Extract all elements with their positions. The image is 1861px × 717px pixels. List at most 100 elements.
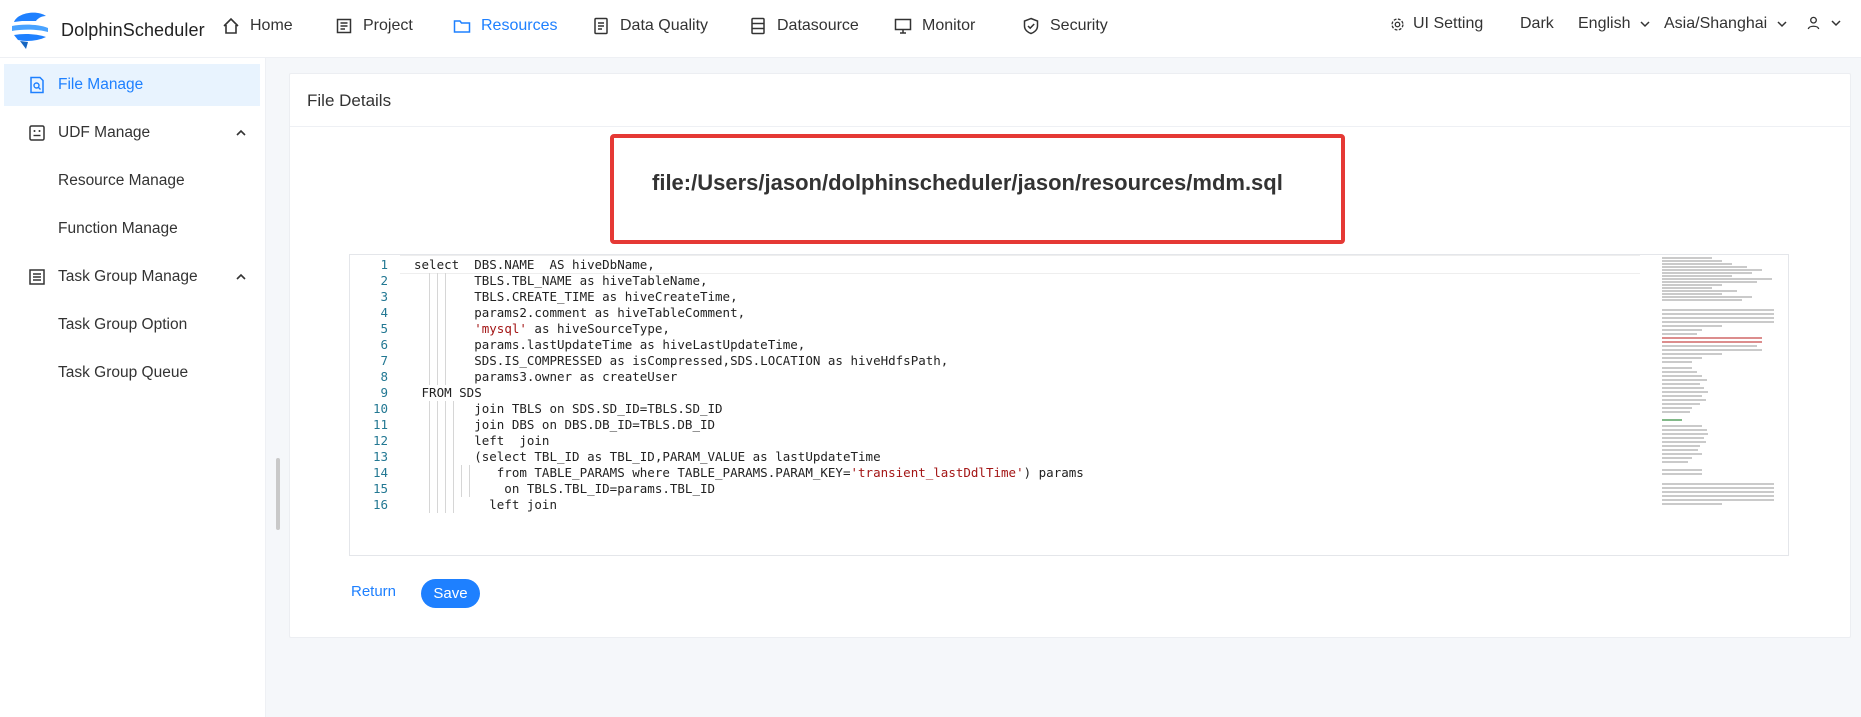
return-button[interactable]: Return (351, 583, 396, 600)
timezone-label: Asia/Shanghai (1664, 15, 1768, 32)
code-line: 'mysql' as hiveSourceType, (474, 321, 670, 336)
nav-monitor-label: Monitor (922, 17, 976, 34)
sidebar-item-label: Task Group Manage (58, 268, 198, 285)
user-icon (1807, 16, 1820, 30)
shield-icon (1023, 17, 1039, 35)
monitor-icon (894, 18, 912, 34)
code-line: left join (414, 433, 550, 448)
line-number-gutter: 1 2 3 4 5 6 7 8 9 10 11 12 13 14 15 16 (350, 255, 400, 555)
minimap-row (1662, 353, 1722, 355)
home-icon (223, 17, 239, 34)
indent-guide (461, 465, 462, 497)
sidebar-item-udf-manage[interactable]: UDF Manage (4, 112, 260, 154)
minimap-row (1662, 361, 1692, 363)
indent-guide (445, 273, 446, 385)
nav-data-quality[interactable]: Data Quality (592, 14, 708, 38)
minimap-row (1662, 419, 1682, 421)
sidebar-item-label: Task Group Option (58, 316, 188, 333)
minimap-row (1662, 293, 1722, 295)
nav-security[interactable]: Security (1022, 14, 1108, 38)
sidebar-item-task-group-option[interactable]: Task Group Option (4, 304, 260, 346)
udf-icon (29, 125, 45, 141)
nav-security-label: Security (1050, 17, 1108, 34)
ui-setting-button[interactable]: UI Setting (1390, 15, 1483, 33)
code-line: left join (414, 497, 557, 512)
minimap-row (1662, 278, 1772, 280)
user-menu[interactable] (1806, 15, 1843, 30)
nav-resources[interactable]: Resources (453, 14, 557, 38)
dolphin-logo-icon (12, 12, 48, 49)
minimap-row (1662, 357, 1702, 359)
line-number: 2 (380, 273, 388, 288)
nav-datasource[interactable]: Datasource (749, 14, 859, 38)
language-select[interactable]: English (1578, 15, 1652, 33)
line-number: 16 (372, 497, 388, 512)
editor-minimap[interactable] (1662, 255, 1774, 555)
minimap-row (1662, 371, 1697, 373)
minimap-row (1662, 469, 1702, 471)
line-number: 11 (372, 417, 388, 432)
sidebar-item-label: Resource Manage (58, 172, 185, 189)
code-line: (select TBL_ID as TBL_ID,PARAM_VALUE as … (414, 449, 881, 464)
minimap-row (1662, 453, 1702, 455)
theme-toggle[interactable]: Dark (1520, 15, 1554, 33)
code-line: params3.owner as createUser (414, 369, 678, 384)
nav-home[interactable]: Home (222, 14, 293, 38)
minimap-row (1662, 296, 1752, 298)
sidebar: File Manage UDF Manage Resource Manage F… (0, 58, 266, 717)
code-line: SDS.IS_COMPRESSED as isCompressed,SDS.LO… (414, 353, 949, 368)
indent-guide (469, 465, 470, 497)
gear-icon (1391, 17, 1404, 31)
code-line: TBLS.CREATE_TIME as hiveCreateTime, (414, 289, 738, 304)
sidebar-scrollbar[interactable] (276, 458, 280, 530)
nav-project-label: Project (363, 17, 413, 34)
minimap-row (1662, 425, 1702, 427)
code-editor[interactable]: 1 2 3 4 5 6 7 8 9 10 11 12 13 14 15 16 select DBS.NAME … (349, 254, 1789, 556)
nav-resources-label: Resources (481, 17, 558, 34)
nav-data-quality-label: Data Quality (620, 17, 709, 34)
indent-guide (445, 401, 446, 513)
minimap-row (1662, 473, 1702, 475)
nav-project[interactable]: Project (335, 14, 413, 38)
folder-icon (453, 20, 471, 33)
timezone-select[interactable]: Asia/Shanghai (1664, 15, 1789, 33)
sidebar-item-task-group-queue[interactable]: Task Group Queue (4, 352, 260, 394)
line-number: 10 (372, 401, 388, 416)
chevron-up-icon (236, 129, 246, 136)
sidebar-item-function-manage[interactable]: Function Manage (4, 208, 260, 250)
sidebar-item-label: File Manage (58, 76, 144, 93)
file-search-icon (30, 76, 44, 94)
minimap-row (1662, 337, 1762, 339)
nav-monitor[interactable]: Monitor (894, 14, 975, 38)
code-line: TBLS.TBL_NAME as hiveTableName, (414, 273, 708, 288)
minimap-row (1662, 437, 1704, 439)
minimap-row (1662, 495, 1774, 497)
minimap-row (1662, 457, 1692, 459)
indent-guide (437, 273, 438, 385)
minimap-row (1662, 483, 1774, 485)
minimap-row (1662, 284, 1722, 286)
minimap-row (1662, 367, 1692, 369)
minimap-row (1662, 266, 1747, 268)
theme-label: Dark (1520, 15, 1554, 32)
sidebar-item-task-group-manage[interactable]: Task Group Manage (4, 256, 260, 298)
minimap-row (1662, 290, 1737, 292)
code-line: on TBLS.TBL_ID=params.TBL_ID (414, 481, 716, 496)
logo[interactable]: DolphinScheduler (6, 6, 206, 50)
project-icon (336, 18, 352, 34)
sidebar-item-resource-manage[interactable]: Resource Manage (4, 160, 260, 202)
chevron-down-icon (1831, 19, 1841, 26)
minimap-row (1662, 313, 1774, 315)
line-number: 15 (372, 481, 388, 496)
datasource-icon (751, 17, 765, 35)
indent-guide (453, 401, 454, 513)
file-path: file:/Users/jason/dolphinscheduler/jason… (652, 170, 1283, 195)
sidebar-item-file-manage[interactable]: File Manage (4, 64, 260, 106)
minimap-row (1662, 449, 1698, 451)
chevron-down-icon (1640, 21, 1651, 28)
save-button[interactable]: Save (421, 579, 480, 608)
line-number: 8 (380, 369, 388, 384)
indent-guide (429, 401, 430, 513)
ui-setting-label: UI Setting (1413, 15, 1484, 32)
minimap-row (1662, 263, 1732, 265)
